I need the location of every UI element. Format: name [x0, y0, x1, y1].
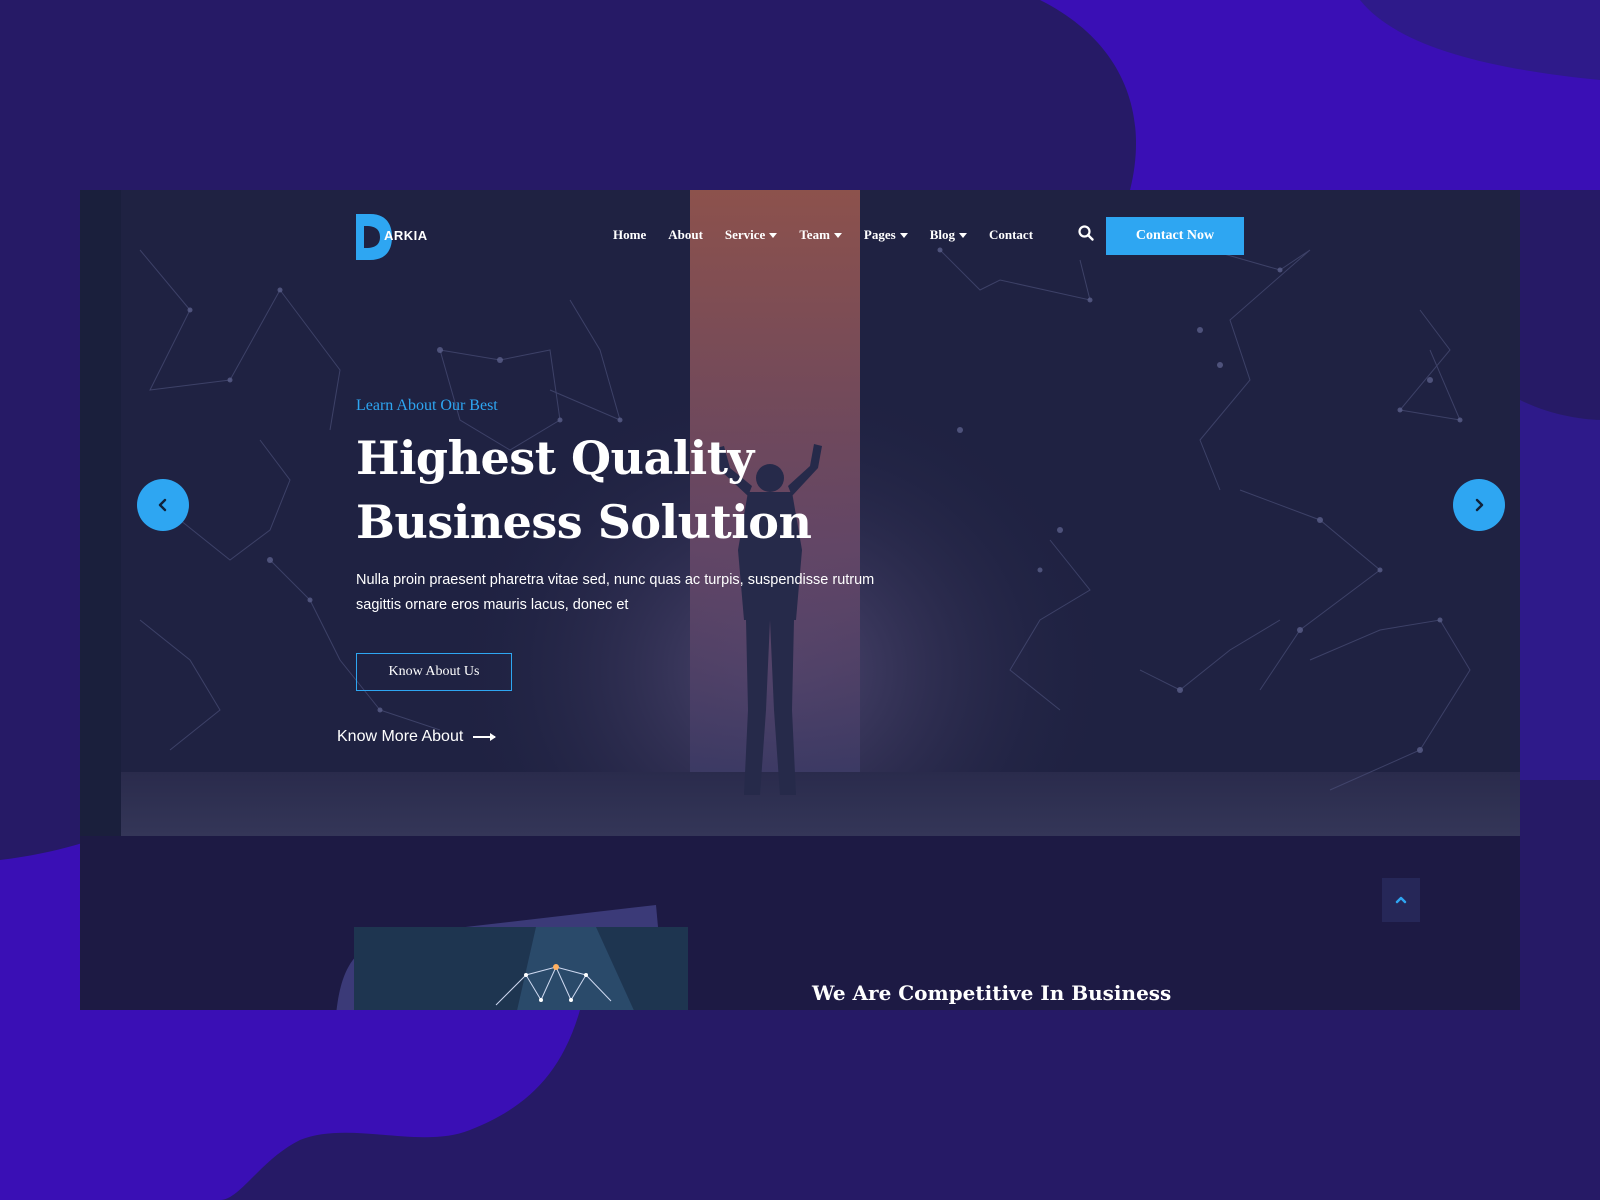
know-about-us-button[interactable]: Know About Us: [356, 653, 512, 691]
hero-headline-line2: Business Solution: [356, 495, 812, 549]
main-navigation: Home About Service Team Pages Blog Conta…: [613, 227, 1055, 243]
hero-headline-line1: Highest Quality: [356, 431, 754, 485]
caret-down-icon: [958, 232, 967, 238]
caret-down-icon: [833, 232, 842, 238]
about-section: [80, 836, 1520, 1010]
nav-item-label: Blog: [929, 227, 955, 242]
nav-item-label: Pages: [863, 227, 896, 242]
nav-item-contact[interactable]: Contact: [989, 227, 1033, 243]
nav-item-about[interactable]: About: [668, 227, 703, 243]
contact-now-button[interactable]: Contact Now: [1106, 217, 1244, 255]
nav-item-label: Home: [613, 227, 647, 242]
about-image: [336, 905, 688, 1010]
nav-item-label: About: [668, 227, 703, 242]
nav-item-pages[interactable]: Pages: [864, 227, 908, 243]
nav-item-team[interactable]: Team: [799, 227, 842, 243]
caret-down-icon: [769, 232, 778, 238]
hero-lead-text: Nulla proin praesent pharetra vitae sed,…: [356, 572, 875, 613]
slider-next-button[interactable]: [1453, 479, 1505, 531]
logo-text: ARKIA: [384, 228, 428, 243]
know-more-about-label: Know More About: [337, 728, 464, 745]
know-more-about-link[interactable]: Know More About: [337, 728, 497, 746]
scroll-to-top-button[interactable]: [1382, 878, 1420, 922]
nav-item-label: Service: [724, 227, 766, 242]
caret-down-icon: [899, 232, 908, 238]
search-icon[interactable]: [1077, 224, 1095, 242]
nav-item-label: Team: [799, 227, 830, 242]
nav-item-service[interactable]: Service: [724, 227, 778, 243]
slider-prev-button[interactable]: [137, 479, 189, 531]
nav-item-label: Contact: [988, 227, 1034, 242]
website-frame: ARKIA Home About Service Team Pages Blog…: [80, 190, 1520, 1010]
brand-logo[interactable]: ARKIA: [356, 214, 436, 260]
nav-item-home[interactable]: Home: [613, 227, 646, 243]
chevron-up-icon: [1395, 896, 1407, 904]
chevron-right-icon: [1475, 498, 1484, 512]
hero-kicker: Learn About Our Best: [356, 397, 498, 414]
nav-item-blog[interactable]: Blog: [930, 227, 967, 243]
chevron-left-icon: [158, 498, 167, 512]
hero-headline: Highest Quality Business Solution: [356, 426, 916, 554]
about-section-title: We Are Competitive In Business Solutions: [812, 981, 1172, 1005]
arrow-right-icon: [473, 734, 497, 740]
hero-section: ARKIA Home About Service Team Pages Blog…: [80, 190, 1520, 836]
